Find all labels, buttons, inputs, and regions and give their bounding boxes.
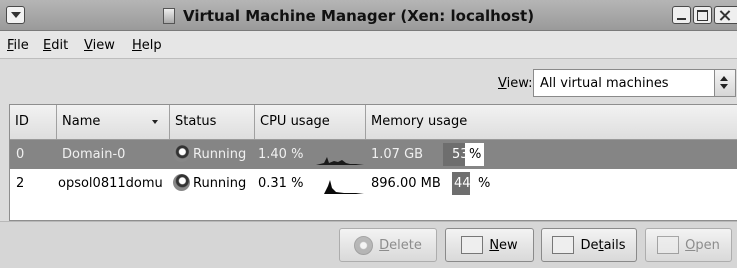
menu-view[interactable]: View xyxy=(84,38,115,53)
maximize-icon[interactable] xyxy=(693,6,712,24)
vm-status: Running xyxy=(173,140,246,169)
menu-help[interactable]: Help xyxy=(132,38,162,53)
table-header: ID Name Status CPU usage Memory usage xyxy=(10,105,737,140)
column-header-cpu[interactable]: CPU usage xyxy=(255,105,366,139)
view-label-mnemonic: V xyxy=(498,76,507,91)
new-button-label: New xyxy=(489,238,517,253)
column-header-memory[interactable]: Memory usage xyxy=(366,105,737,139)
view-label-rest: iew: xyxy=(506,76,533,91)
view-filter-label: View: xyxy=(498,76,533,91)
title-bar: Virtual Machine Manager (Xen: localhost) xyxy=(0,0,737,31)
memory-pct: 44 xyxy=(454,176,471,191)
open-icon xyxy=(657,236,680,254)
memory-pct-suffix: % xyxy=(478,176,491,191)
view-filter-select[interactable]: All virtual machines xyxy=(533,69,736,97)
open-mnemonic: O xyxy=(685,237,696,253)
menu-view-label: iew xyxy=(92,38,115,53)
delete-button-label: Delete xyxy=(379,238,422,253)
vm-cpu: 0.31 % xyxy=(258,176,304,191)
delete-rest: elete xyxy=(389,237,422,253)
new-rest: ew xyxy=(499,237,518,253)
app-icon xyxy=(163,8,175,24)
details-icon xyxy=(552,236,575,254)
title-wrap: Virtual Machine Manager (Xen: localhost) xyxy=(163,6,534,26)
cpu-sparkline xyxy=(316,180,364,194)
menu-edit-label: dit xyxy=(51,38,69,53)
close-icon[interactable] xyxy=(714,6,737,24)
details-pre: De xyxy=(580,237,599,253)
action-button-bar: Delete New Details Open xyxy=(0,221,737,268)
vm-id: 2 xyxy=(16,176,25,191)
table-row[interactable]: 2 opsol0811domu Running 0.31 % 896.00 MB… xyxy=(10,169,737,198)
open-rest: pen xyxy=(695,237,720,253)
sort-arrow-icon xyxy=(152,120,158,124)
window-title: Virtual Machine Manager (Xen: localhost) xyxy=(183,7,535,25)
menu-file[interactable]: File xyxy=(7,38,29,53)
menu-bar: File Edit View Help xyxy=(0,31,737,59)
menu-help-mnemonic: H xyxy=(132,38,142,53)
menu-help-label: elp xyxy=(141,38,162,53)
delete-icon xyxy=(354,235,374,255)
memory-pct: 53 xyxy=(452,147,469,162)
new-mnemonic: N xyxy=(489,237,500,253)
vm-id: 0 xyxy=(16,147,25,162)
table-row[interactable]: 0 Domain-0 Running 1.40 % 1.07 GB 53 % xyxy=(10,140,737,169)
spinner-arrows-icon[interactable] xyxy=(714,70,735,96)
menu-file-label: ile xyxy=(13,38,29,53)
column-header-status[interactable]: Status xyxy=(170,105,255,139)
vm-name: Domain-0 xyxy=(62,147,126,162)
new-button[interactable]: New xyxy=(445,228,534,262)
open-button-label: Open xyxy=(685,238,720,253)
vm-status-text: Running xyxy=(193,147,247,162)
details-rest: ails xyxy=(603,237,626,253)
vm-table: ID Name Status CPU usage Memory usage 0 … xyxy=(9,104,737,221)
column-header-id[interactable]: ID xyxy=(10,105,57,139)
column-header-name-label: Name xyxy=(62,114,101,129)
delete-button[interactable]: Delete xyxy=(339,228,437,262)
view-filter-value: All virtual machines xyxy=(540,76,669,91)
memory-pct-suffix: % xyxy=(469,147,482,162)
details-button[interactable]: Details xyxy=(541,228,637,262)
vm-name: opsol0811domu xyxy=(58,176,163,191)
view-filter-bar: View: All virtual machines xyxy=(0,59,737,104)
menu-view-mnemonic: V xyxy=(84,38,93,53)
vm-cpu: 1.40 % xyxy=(258,147,304,162)
vm-status: Running xyxy=(173,169,246,198)
open-button[interactable]: Open xyxy=(645,228,732,262)
memory-bar: 53 % xyxy=(443,143,484,166)
vm-memory: 1.07 GB xyxy=(371,147,424,162)
vm-memory: 896.00 MB xyxy=(371,176,441,191)
details-button-label: Details xyxy=(580,238,625,253)
menu-edit-mnemonic: E xyxy=(43,38,52,53)
running-status-icon xyxy=(173,145,190,162)
minimize-icon[interactable] xyxy=(672,6,691,24)
cpu-sparkline xyxy=(316,157,364,165)
new-icon xyxy=(461,236,484,254)
column-header-name[interactable]: Name xyxy=(57,105,170,139)
window-menu-icon[interactable] xyxy=(6,6,25,24)
delete-mnemonic: D xyxy=(379,237,390,253)
vm-status-text: Running xyxy=(193,176,247,191)
menu-edit[interactable]: Edit xyxy=(43,38,68,53)
running-status-icon xyxy=(173,174,190,191)
memory-bar: 44 % xyxy=(452,172,493,195)
